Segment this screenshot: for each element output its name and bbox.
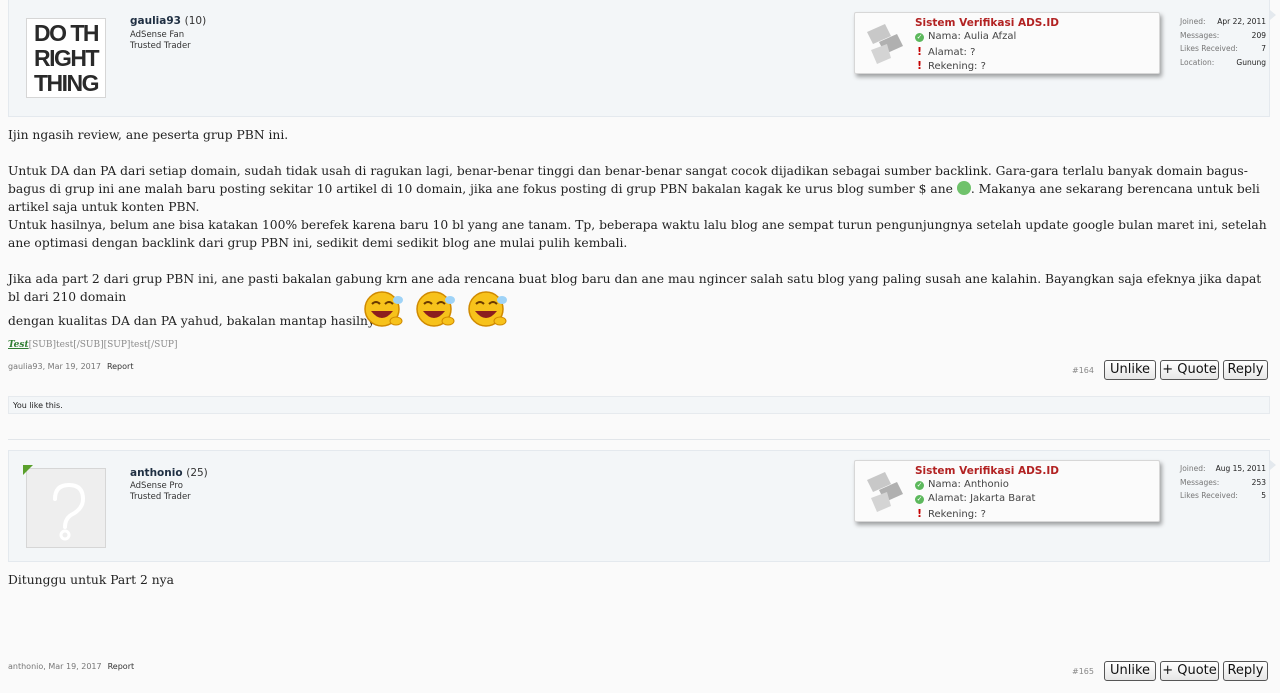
reply-button[interactable]: Reply: [1223, 661, 1268, 681]
stat-location[interactable]: Gunung: [1236, 58, 1266, 67]
unlike-button[interactable]: Unlike: [1104, 360, 1156, 380]
user-stats: Joined: Apr 22, 2011 Messages: 209 Likes R…: [1180, 17, 1266, 71]
report-link[interactable]: Report: [107, 362, 134, 371]
user-title: AdSense Pro: [130, 481, 183, 491]
stat-label: Likes Received:: [1180, 491, 1238, 500]
reply-button[interactable]: Reply: [1223, 360, 1268, 380]
laughing-emoji-icon: [416, 291, 455, 327]
post-divider: [8, 439, 1270, 440]
post-number[interactable]: #164: [1072, 366, 1094, 375]
username[interactable]: anthonio (25): [130, 467, 208, 479]
verification-box: Sistem Verifikasi ADS.ID ✓ Nama: Anthonio…: [854, 460, 1160, 522]
post-meta: gaulia93, Mar 19, 2017 Report: [8, 362, 133, 371]
online-indicator: [23, 465, 33, 475]
user-title: Trusted Trader: [130, 41, 191, 51]
stat-label: Messages:: [1180, 477, 1220, 487]
avatar[interactable]: DO TH RIGHT THING: [26, 18, 106, 98]
verification-row-nama: ✓ Nama: Anthonio: [915, 479, 1009, 490]
laughing-emoji-icon: [468, 291, 507, 327]
stat-label: Joined:: [1180, 464, 1206, 473]
stat-label: Likes Received:: [1180, 44, 1238, 53]
report-link[interactable]: Report: [108, 662, 135, 671]
verification-row-alamat: ✓ Alamat: Jakarta Barat: [915, 493, 1036, 504]
post-meta: anthonio, Mar 19, 2017 Report: [8, 662, 134, 671]
message-paragraph: Untuk hasilnya, belum ane bisa katakan 1…: [8, 218, 1267, 250]
author-date[interactable]: anthonio, Mar 19, 2017: [8, 662, 102, 671]
default-avatar-icon: [53, 482, 86, 541]
grin-emoji-icon: [956, 181, 971, 195]
check-icon: ✓: [915, 495, 924, 504]
message-user-info: anthonio (25) AdSense Pro Trusted Trader…: [8, 450, 1270, 562]
verification-box: Sistem Verifikasi ADS.ID ✓ Nama: Aulia Af…: [854, 12, 1160, 74]
userbar-arrow: [1270, 10, 1276, 20]
exclamation-icon: !: [916, 507, 923, 520]
post-number[interactable]: #165: [1072, 667, 1094, 676]
stat-label: Joined:: [1180, 17, 1206, 26]
unlike-button[interactable]: Unlike: [1104, 661, 1156, 681]
stat-joined: Aug 15, 2011: [1215, 464, 1266, 473]
avatar-image-text: DO TH RIGHT THING: [33, 20, 100, 96]
verification-row-nama: ✓ Nama: Aulia Afzal: [915, 31, 1017, 42]
verification-row-alamat: ! Alamat: ?: [916, 45, 976, 58]
stat-likes: 5: [1261, 491, 1266, 500]
exclamation-icon: !: [916, 45, 923, 58]
stat-likes: 7: [1261, 44, 1266, 53]
message-paragraph: Ditunggu untuk Part 2 nya: [8, 573, 174, 587]
username[interactable]: gaulia93 (10): [130, 15, 206, 27]
quote-button[interactable]: + Quote: [1160, 360, 1219, 380]
stat-messages[interactable]: 209: [1252, 31, 1266, 40]
user-title: AdSense Fan: [130, 30, 185, 40]
userbar-arrow: [1270, 460, 1276, 470]
ads-logo-icon: [867, 24, 903, 64]
verification-title: Sistem Verifikasi ADS.ID: [915, 465, 1059, 477]
verification-title: Sistem Verifikasi ADS.ID: [915, 17, 1059, 29]
avatar[interactable]: [26, 468, 106, 548]
signature-link[interactable]: Test: [8, 340, 29, 350]
message-paragraph: Untuk DA dan PA dari setiap domain, suda…: [8, 164, 1260, 214]
message-paragraph: Ijin ngasih review, ane peserta grup PBN…: [8, 128, 289, 142]
ads-logo-icon: [867, 472, 903, 512]
message-paragraph: Jika ada part 2 dari grup PBN ini, ane p…: [8, 272, 1262, 304]
user-stats: Joined: Aug 15, 2011 Messages: 253 Likes R…: [1180, 464, 1266, 505]
laughing-emoji-icon: [364, 291, 403, 327]
exclamation-icon: !: [916, 59, 923, 72]
likes-summary: You like this.: [8, 396, 1270, 414]
stat-joined: Apr 22, 2011: [1217, 17, 1266, 26]
verification-row-rekening: ! Rekening: ?: [916, 59, 986, 72]
message-user-info: DO TH RIGHT THING gaulia93 (10) AdSense …: [8, 0, 1270, 117]
signature: Test[SUB]test[/SUB][SUP]test[/SUP]: [8, 340, 178, 350]
quote-button[interactable]: + Quote: [1160, 661, 1219, 681]
stat-label: Messages:: [1180, 30, 1220, 40]
stat-label: Location:: [1180, 57, 1215, 67]
user-title: Trusted Trader: [130, 492, 191, 502]
check-icon: ✓: [915, 33, 924, 42]
stat-messages[interactable]: 253: [1252, 478, 1266, 487]
author-date[interactable]: gaulia93, Mar 19, 2017: [8, 362, 101, 371]
verification-row-rekening: ! Rekening: ?: [916, 507, 986, 520]
check-icon: ✓: [915, 481, 924, 490]
message-paragraph: dengan kualitas DA dan PA yahud, bakalan…: [8, 314, 383, 328]
